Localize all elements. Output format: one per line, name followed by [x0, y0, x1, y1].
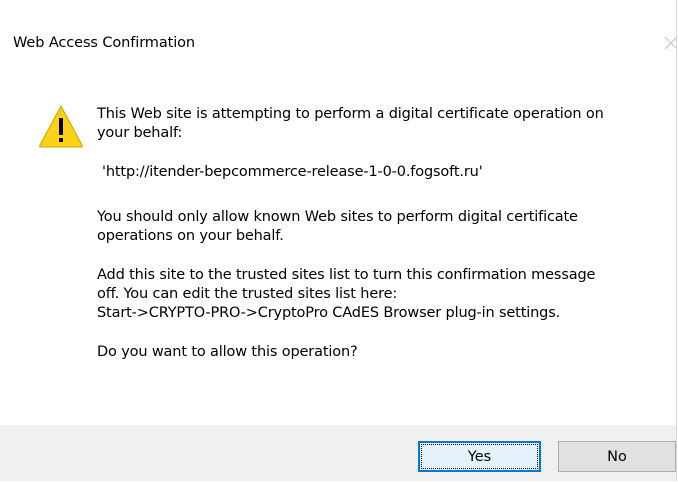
close-button[interactable] [659, 28, 677, 56]
no-button[interactable]: No [558, 441, 676, 472]
trusted-sites-text: Add this site to the trusted sites list … [97, 267, 596, 321]
dialog-title: Web Access Confirmation [13, 35, 195, 51]
known-sites-text: You should only allow known Web sites to… [97, 209, 578, 244]
yes-button[interactable]: Yes [418, 441, 541, 472]
button-bar: Yes No [0, 425, 676, 481]
web-access-confirmation-dialog: Web Access Confirmation This Web site is… [0, 0, 677, 481]
close-icon [664, 36, 677, 50]
site-url: 'http://itender-bepcommerce-release-1-0-… [102, 164, 483, 180]
title-bar[interactable]: Web Access Confirmation [0, 0, 677, 80]
warning-icon [38, 103, 84, 149]
question-text: Do you want to allow this operation? [97, 344, 358, 360]
message-area: This Web site is attempting to perform a… [97, 105, 657, 362]
message-text: This Web site is attempting to perform a… [97, 106, 604, 141]
